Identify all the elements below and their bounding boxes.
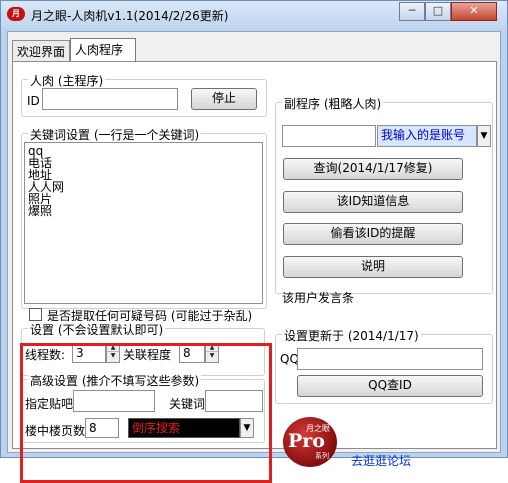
stop-button[interactable]: 停止 (191, 88, 257, 110)
minimize-button[interactable]: ─ (399, 2, 425, 21)
settings-legend: 设置 (不会设置默认即可) (28, 321, 166, 338)
app-logo-icon: 月 (7, 7, 25, 21)
keywords-group: 关键词设置 (一行是一个关键词) qq 电话 地址 人人网 照片 爆照 (21, 126, 267, 309)
keywords-legend: 关键词设置 (一行是一个关键词) (28, 126, 202, 143)
query-button[interactable]: 查询(2014/1/17修复) (283, 158, 463, 180)
secondary-legend: 副程序 (粗略人肉) (282, 95, 384, 112)
secondary-group: 副程序 (粗略人肉) 我输入的是账号 ▼ 查询(2014/1/17修复) 该ID… (275, 95, 493, 305)
id-info-button[interactable]: 该ID知道信息 (283, 191, 463, 213)
close-button[interactable]: ✕ (451, 2, 497, 21)
pro-series-logo: Pro 月之眼 系列 (283, 417, 337, 467)
keyword-line: 电话 (28, 156, 53, 170)
main-program-group: 人肉 (主程序) ID 停止 (21, 72, 267, 117)
update-group: 设置更新于 (2014/1/17) QQ QQ查ID (275, 327, 493, 404)
extract-numbers-checkbox[interactable] (29, 308, 42, 321)
help-button[interactable]: 说明 (283, 256, 463, 278)
keyword-line: 人人网 (28, 180, 65, 194)
id-input[interactable] (42, 88, 178, 110)
chevron-down-icon[interactable]: ▼ (477, 125, 491, 147)
maximize-button[interactable]: □ (425, 2, 451, 21)
window-title: 月之眼-人肉机v1.1(2014/2/26更新) (31, 9, 229, 23)
peek-reminders-button[interactable]: 偷看该ID的提醒 (283, 223, 463, 245)
logo-subtext: 系列 (315, 452, 329, 460)
qq-input[interactable] (297, 348, 483, 370)
forum-link[interactable]: 去逛逛论坛 (351, 452, 411, 469)
secondary-input[interactable] (282, 125, 376, 147)
title-bar[interactable]: 月 月之眼-人肉机v1.1(2014/2/26更新) ─ □ ✕ (1, 1, 507, 29)
tab-panel-main-program: 人肉 (主程序) ID 停止 关键词设置 (一行是一个关键词) qq 电话 地址… (12, 61, 497, 483)
id-label: ID (27, 94, 40, 108)
tab-main-program[interactable]: 人肉程序 (70, 38, 136, 62)
keywords-textarea[interactable]: qq 电话 地址 人人网 照片 爆照 (24, 142, 263, 304)
keyword-line: 爆照 (28, 204, 53, 218)
keyword-line: qq (28, 144, 44, 158)
keyword-line: 照片 (28, 192, 53, 206)
account-type-select[interactable]: 我输入的是账号 (377, 125, 477, 147)
logo-subtext: 月之眼 (306, 424, 330, 433)
user-post-status: 该用户发言条 (282, 291, 355, 305)
highlight-box (20, 343, 272, 483)
qq-lookup-button[interactable]: QQ查ID (297, 375, 483, 397)
update-legend: 设置更新于 (2014/1/17) (282, 327, 421, 344)
app-window: 月 月之眼-人肉机v1.1(2014/2/26更新) ─ □ ✕ 欢迎界面 人肉… (0, 0, 508, 483)
main-program-legend: 人肉 (主程序) (28, 72, 106, 89)
client-area: 欢迎界面 人肉程序 人肉 (主程序) ID 停止 关键词设置 (一行是一个关键词… (7, 31, 501, 483)
tab-welcome[interactable]: 欢迎界面 (12, 40, 70, 61)
